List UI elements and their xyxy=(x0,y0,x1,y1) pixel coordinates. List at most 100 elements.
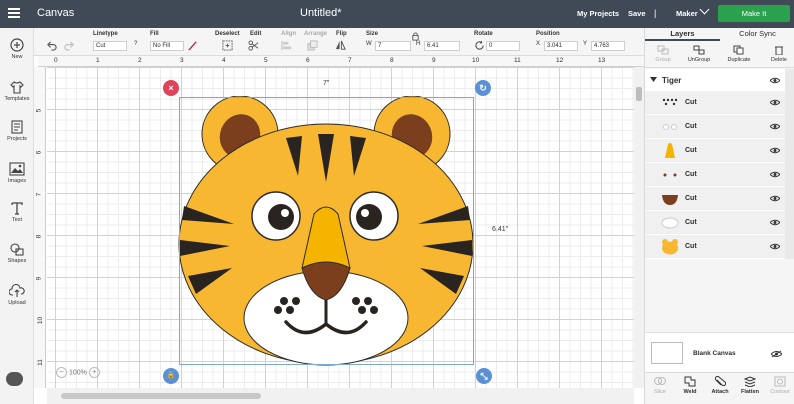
delete-button[interactable]: Delete xyxy=(761,45,794,63)
sidebar-item-images[interactable]: Images xyxy=(0,162,34,184)
ruler-tick: 11 xyxy=(514,57,521,64)
eye-icon[interactable] xyxy=(770,219,780,226)
duplicate-button[interactable]: Duplicate xyxy=(721,45,757,63)
eye-icon[interactable] xyxy=(770,171,780,178)
blank-canvas-row[interactable]: Blank Canvas xyxy=(645,332,794,372)
sidebar-item-shapes[interactable]: Shapes xyxy=(0,242,34,264)
action-label: Contour xyxy=(770,389,790,395)
y-input[interactable]: 4.763 xyxy=(591,41,625,51)
ruler-tick: 5 xyxy=(35,108,43,113)
blank-canvas-swatch[interactable] xyxy=(651,342,683,364)
tab-color-sync[interactable]: Color Sync xyxy=(720,28,794,41)
delete-handle-icon[interactable]: × xyxy=(163,80,179,96)
make-it-button[interactable]: Make It xyxy=(718,5,790,22)
my-projects-link[interactable]: My Projects xyxy=(577,9,619,18)
upload-icon xyxy=(9,284,25,297)
ruler-tick: 5 xyxy=(264,57,268,64)
lock-ratio-icon[interactable] xyxy=(411,32,420,41)
contour-icon xyxy=(774,376,786,387)
layer-row[interactable]: Cut xyxy=(645,235,785,258)
layer-row[interactable]: Cut xyxy=(645,91,785,114)
layers-scrollbar[interactable] xyxy=(785,69,794,259)
zoom-out-button[interactable]: − xyxy=(56,367,67,378)
tab-layers[interactable]: Layers xyxy=(645,28,720,41)
save-link[interactable]: Save xyxy=(628,9,646,18)
ruler-tick: 6 xyxy=(306,57,310,64)
ungroup-icon xyxy=(693,45,705,55)
eye-icon[interactable] xyxy=(770,123,780,130)
paperclip-icon xyxy=(714,376,726,387)
help-link[interactable]: ? xyxy=(134,41,137,47)
group-button[interactable]: Group xyxy=(645,45,681,63)
layer-label: Cut xyxy=(685,195,697,202)
ruler-tick: 7 xyxy=(348,57,352,64)
width-label: W xyxy=(366,41,372,47)
sidebar-item-upload[interactable]: Upload xyxy=(0,284,34,306)
zoom-in-button[interactable]: + xyxy=(88,367,100,378)
eye-icon[interactable] xyxy=(770,195,780,202)
layer-thumb-muzzle-icon xyxy=(661,217,679,229)
align-icon[interactable] xyxy=(281,40,292,51)
chat-icon[interactable] xyxy=(6,372,23,386)
ungroup-button[interactable]: UnGroup xyxy=(681,45,717,63)
flatten-icon xyxy=(744,376,756,387)
y-label: Y xyxy=(583,41,588,47)
document-title[interactable]: Untitled* xyxy=(300,7,342,19)
shapes-icon xyxy=(10,243,24,256)
attach-button[interactable]: Attach xyxy=(705,376,735,395)
weld-button[interactable]: Weld xyxy=(675,376,705,395)
arrange-icon[interactable] xyxy=(307,40,318,51)
edit-tools-icon[interactable] xyxy=(248,40,259,51)
rotate-input[interactable]: 0 xyxy=(486,41,520,51)
sidebar-item-templates[interactable]: Templates xyxy=(0,80,34,102)
sidebar-item-new[interactable]: New xyxy=(0,38,34,60)
layer-row[interactable]: Cut xyxy=(645,211,785,234)
contour-button[interactable]: Contour xyxy=(765,376,794,395)
collapse-icon[interactable] xyxy=(650,77,657,83)
flatten-button[interactable]: Flatten xyxy=(735,376,765,395)
layer-row[interactable]: Cut xyxy=(645,139,785,162)
undo-icon[interactable] xyxy=(46,40,57,51)
flip-icon[interactable] xyxy=(335,40,346,51)
deselect-icon[interactable] xyxy=(222,40,233,51)
layer-row[interactable]: Cut xyxy=(645,187,785,210)
scale-handle-icon[interactable]: ⤡ xyxy=(476,368,492,384)
scrollbar-thumb[interactable] xyxy=(61,393,261,399)
layer-row[interactable]: Cut xyxy=(645,115,785,138)
layer-group-tiger[interactable]: Tiger xyxy=(645,73,785,89)
eye-icon[interactable] xyxy=(770,147,780,154)
vertical-scrollbar[interactable] xyxy=(634,67,644,388)
layers-panel: Layers Color Sync Group UnGroup Duplicat… xyxy=(644,28,794,404)
slice-button[interactable]: Slice xyxy=(645,376,675,395)
vertical-ruler: 5 6 7 8 9 10 11 xyxy=(34,67,46,388)
sidebar-item-projects[interactable]: Projects xyxy=(0,120,34,142)
chevron-down-icon[interactable] xyxy=(699,4,710,15)
scrollbar-thumb[interactable] xyxy=(636,87,642,101)
selection-box[interactable] xyxy=(179,97,474,365)
no-fill-swatch-icon[interactable] xyxy=(187,40,198,51)
machine-selector[interactable]: Maker xyxy=(676,9,698,18)
height-input[interactable]: 6.41 xyxy=(424,41,460,51)
fill-select[interactable]: No Fill xyxy=(150,41,184,51)
x-input[interactable]: 3.041 xyxy=(544,41,578,51)
ruler-tick: 12 xyxy=(556,57,564,64)
linetype-select[interactable]: Cut xyxy=(93,41,127,51)
sidebar-item-label: Upload xyxy=(8,300,26,306)
horizontal-scrollbar[interactable] xyxy=(47,388,634,404)
lock-handle-icon[interactable]: 🔒 xyxy=(163,368,179,384)
layer-row[interactable]: Cut xyxy=(645,163,785,186)
redo-icon[interactable] xyxy=(64,40,75,51)
menu-icon[interactable] xyxy=(8,8,20,20)
eye-icon[interactable] xyxy=(770,77,780,84)
rotate-handle-icon[interactable]: ↻ xyxy=(475,80,491,96)
eye-hidden-icon[interactable] xyxy=(771,350,782,358)
eye-icon[interactable] xyxy=(770,243,780,250)
align-label: Align xyxy=(281,31,296,37)
width-input[interactable]: 7 xyxy=(375,41,411,51)
sidebar-item-text[interactable]: Text xyxy=(0,201,34,223)
eye-icon[interactable] xyxy=(770,99,780,106)
separator: | xyxy=(654,8,657,18)
duplicate-icon xyxy=(733,45,744,55)
flip-label: Flip xyxy=(336,31,347,37)
trash-icon xyxy=(775,46,783,55)
